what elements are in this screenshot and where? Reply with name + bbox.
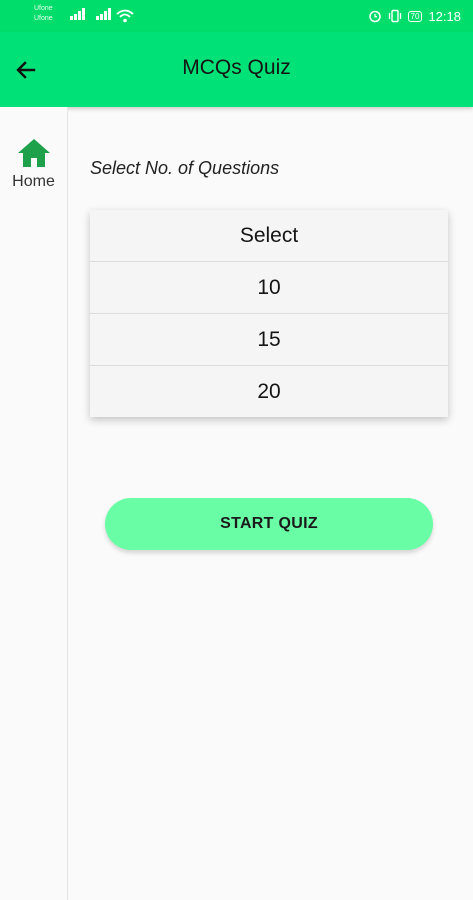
dropdown-option-15[interactable]: 15 [90,314,448,366]
app-toolbar: MCQs Quiz [0,32,473,107]
side-rail: Home [0,107,68,900]
status-right: 70 12:18 [368,6,461,26]
clock: 12:18 [428,8,461,24]
page-title: MCQs Quiz [182,56,291,79]
rail-item-label: Home [12,173,55,190]
questions-prompt: Select No. of Questions [90,158,280,178]
dropdown-option-10[interactable]: 10 [90,262,448,314]
question-count-dropdown: Select 10 15 20 [90,210,448,417]
signal-icon [70,8,85,20]
carrier-1: Ufone [34,5,53,12]
start-quiz-button[interactable]: START QUIZ [105,498,433,550]
alarm-icon [368,10,381,23]
wifi-icon [116,9,134,23]
rail-item-home[interactable]: Home [0,137,67,201]
status-bar: Ufone Ufone 70 12:18 [0,0,473,32]
carrier-names: Ufone Ufone [34,4,53,24]
signal-icon [96,8,111,20]
vibrate-icon [388,9,401,23]
carrier-2: Ufone [34,15,53,22]
dropdown-option-20[interactable]: 20 [90,366,448,417]
battery-icon: 70 [407,10,423,22]
home-icon [17,139,50,167]
dropdown-option-select[interactable]: Select [90,210,448,262]
